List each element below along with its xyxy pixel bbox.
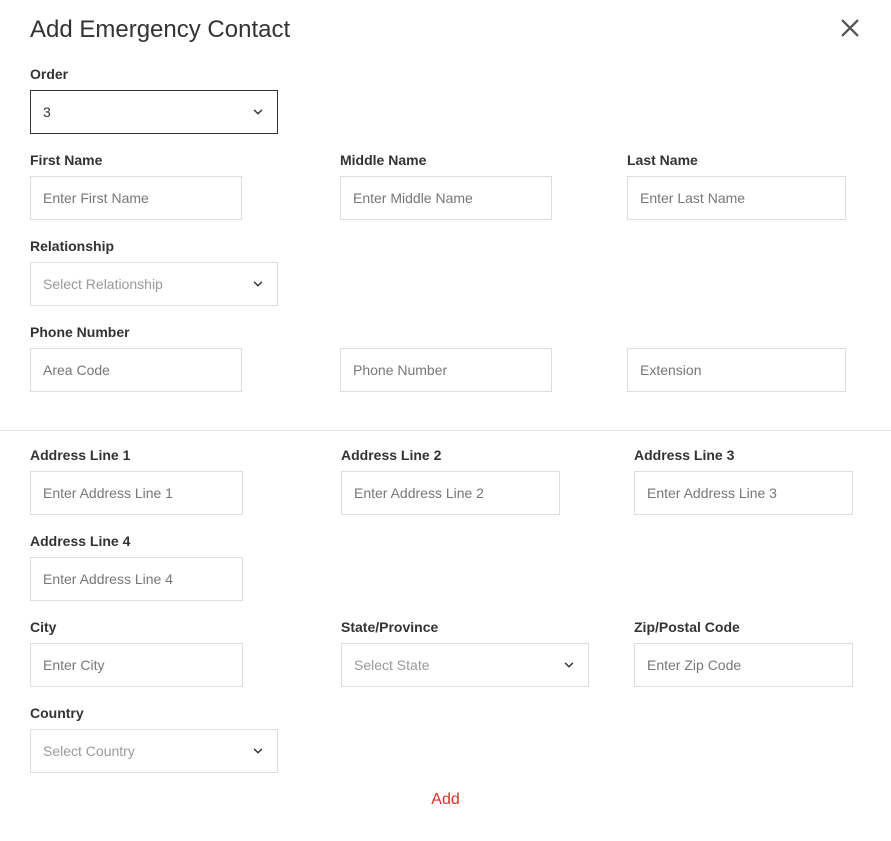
address3-label: Address Line 3 xyxy=(634,447,853,463)
order-value: 3 xyxy=(43,104,51,120)
address4-label: Address Line 4 xyxy=(30,533,243,549)
city-field[interactable] xyxy=(30,643,243,687)
address2-group: Address Line 2 xyxy=(341,447,560,515)
address-section: Address Line 1 Address Line 2 Address Li… xyxy=(0,447,891,809)
relationship-label: Relationship xyxy=(30,238,278,254)
zip-label: Zip/Postal Code xyxy=(634,619,853,635)
zip-field[interactable] xyxy=(634,643,853,687)
city-group: City xyxy=(30,619,243,687)
area-code-field[interactable] xyxy=(30,348,242,392)
order-select[interactable]: 3 xyxy=(30,90,278,134)
extension-group: . xyxy=(627,324,846,392)
relationship-select[interactable]: Select Relationship xyxy=(30,262,278,306)
middle-name-group: Middle Name xyxy=(340,152,552,220)
zip-group: Zip/Postal Code xyxy=(634,619,853,687)
modal-title: Add Emergency Contact xyxy=(30,16,290,44)
state-placeholder: Select State xyxy=(354,657,430,673)
country-group: Country Select Country xyxy=(30,705,278,773)
chevron-down-icon xyxy=(251,105,265,119)
phone-number-field[interactable] xyxy=(340,348,552,392)
country-select[interactable]: Select Country xyxy=(30,729,278,773)
first-name-label: First Name xyxy=(30,152,242,168)
order-group: Order 3 xyxy=(30,66,278,134)
add-button[interactable]: Add xyxy=(431,791,459,809)
section-divider xyxy=(0,430,891,431)
last-name-field[interactable] xyxy=(627,176,846,220)
address1-group: Address Line 1 xyxy=(30,447,243,515)
first-name-field[interactable] xyxy=(30,176,242,220)
address1-field[interactable] xyxy=(30,471,243,515)
address2-field[interactable] xyxy=(341,471,560,515)
state-group: State/Province Select State xyxy=(341,619,589,687)
address1-label: Address Line 1 xyxy=(30,447,243,463)
chevron-down-icon xyxy=(251,744,265,758)
relationship-group: Relationship Select Relationship xyxy=(30,238,278,306)
phone-label: Phone Number xyxy=(30,324,242,340)
country-label: Country xyxy=(30,705,278,721)
first-name-group: First Name xyxy=(30,152,242,220)
last-name-label: Last Name xyxy=(627,152,846,168)
address2-label: Address Line 2 xyxy=(341,447,560,463)
address3-group: Address Line 3 xyxy=(634,447,853,515)
chevron-down-icon xyxy=(251,277,265,291)
last-name-group: Last Name xyxy=(627,152,846,220)
middle-name-label: Middle Name xyxy=(340,152,552,168)
relationship-placeholder: Select Relationship xyxy=(43,276,163,292)
extension-field[interactable] xyxy=(627,348,846,392)
emergency-contact-modal: Add Emergency Contact Order 3 First Name… xyxy=(0,0,891,430)
address4-field[interactable] xyxy=(30,557,243,601)
city-label: City xyxy=(30,619,243,635)
country-placeholder: Select Country xyxy=(43,743,135,759)
middle-name-field[interactable] xyxy=(340,176,552,220)
phone-number-group: . xyxy=(340,324,552,392)
order-label: Order xyxy=(30,66,278,82)
phone-group: Phone Number xyxy=(30,324,242,392)
address3-field[interactable] xyxy=(634,471,853,515)
address4-group: Address Line 4 xyxy=(30,533,243,601)
modal-header: Add Emergency Contact xyxy=(30,16,861,44)
close-icon[interactable] xyxy=(839,17,861,43)
state-select[interactable]: Select State xyxy=(341,643,589,687)
state-label: State/Province xyxy=(341,619,589,635)
chevron-down-icon xyxy=(562,658,576,672)
